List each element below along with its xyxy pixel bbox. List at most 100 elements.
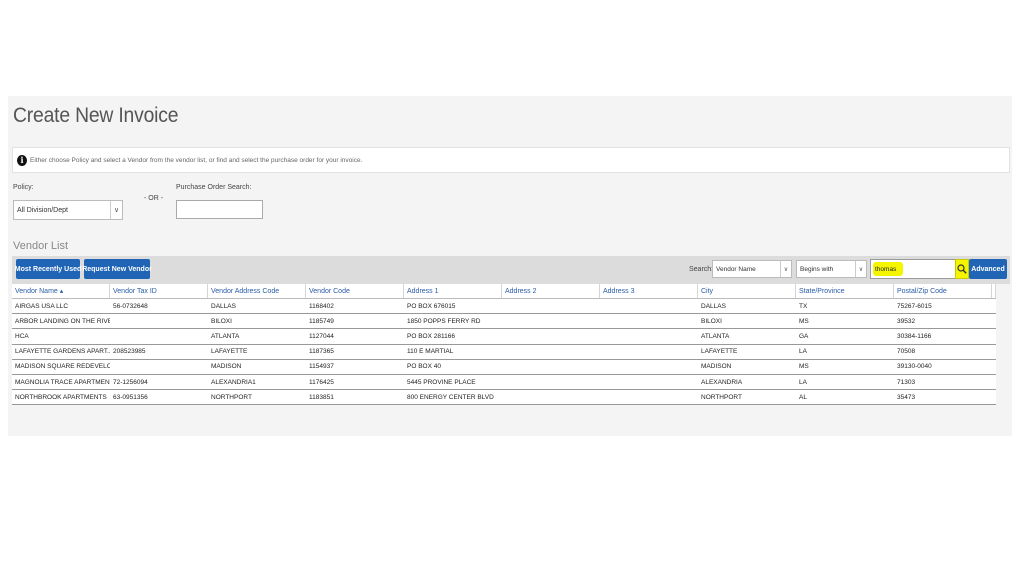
search-field-value: Vendor Name — [716, 265, 756, 273]
cell: 1850 POPPS FERRY RD — [407, 317, 481, 325]
cell: MADISON — [211, 363, 242, 371]
cell — [502, 390, 600, 404]
cell: 39532 — [897, 317, 916, 325]
vendor-search-value: thomas — [875, 265, 897, 273]
column-header[interactable]: Postal/Zip Code — [894, 284, 992, 298]
cell — [502, 299, 600, 313]
cell: AL — [799, 393, 807, 401]
cell — [600, 375, 698, 389]
info-text: Either choose Policy and select a Vendor… — [30, 156, 363, 164]
vendor-table: Vendor Name ▴ Vendor Tax ID Vendor Addre… — [12, 284, 996, 406]
vendor-search-input[interactable]: thomas — [870, 259, 964, 279]
cell: 110 E MARTIAL — [407, 348, 454, 356]
cell: ARBOR LANDING ON THE RIVER — [15, 317, 110, 325]
cell: AIRGAS USA LLC — [15, 302, 69, 310]
search-field-select[interactable]: Vendor Name ∨ — [712, 260, 792, 278]
cell: 5445 PROVINE PLACE — [407, 378, 476, 386]
cell: MADISON SQUARE REDEVELO... — [15, 363, 110, 371]
cell: MS — [799, 363, 809, 371]
table-row[interactable]: MADISON SQUARE REDEVELO... MADISON 11549… — [12, 359, 996, 375]
cell: NORTHBROOK APARTMENTS — [15, 393, 107, 401]
cell: 1127044 — [309, 332, 334, 340]
cell: PO BOX 40 — [407, 363, 441, 371]
cell: 208523985 — [113, 348, 146, 356]
cell — [110, 360, 208, 374]
column-header[interactable]: Vendor Code — [306, 284, 404, 298]
or-separator: - OR - — [144, 195, 164, 202]
po-search-input[interactable] — [176, 200, 263, 219]
table-row[interactable]: AIRGAS USA LLC 56-0732648 DALLAS 1168402… — [12, 299, 996, 315]
cell: 71303 — [897, 378, 916, 386]
table-row[interactable]: MAGNOLIA TRACE APARTMENTS 72-1256094 ALE… — [12, 374, 996, 391]
search-icon — [957, 264, 967, 274]
column-header[interactable]: Vendor Tax ID — [110, 284, 208, 298]
column-header[interactable]: City — [698, 284, 796, 298]
po-search-label: Purchase Order Search: — [176, 184, 252, 191]
column-header[interactable]: Address 3 — [600, 284, 698, 298]
cell — [502, 314, 600, 328]
cell: HCA — [15, 332, 29, 340]
create-invoice-panel: Create New Invoice i Either choose Polic… — [8, 96, 1012, 436]
info-bar: i Either choose Policy and select a Vend… — [12, 147, 1010, 173]
cell: 1187365 — [309, 348, 334, 356]
advanced-button[interactable]: Advanced — [969, 259, 1007, 279]
info-icon: i — [17, 154, 27, 166]
cell — [600, 299, 698, 313]
cell: LAFAYETTE — [701, 348, 738, 356]
policy-label: Policy: — [13, 184, 34, 191]
page-title: Create New Invoice — [13, 104, 179, 127]
cell: 56-0732648 — [113, 302, 148, 310]
cell — [502, 375, 600, 389]
cell: MADISON — [701, 363, 732, 371]
cell: 1168402 — [309, 302, 334, 310]
cell: 39130-0040 — [897, 363, 932, 371]
cell: GA — [799, 332, 809, 340]
search-label: Search: — [689, 266, 714, 273]
cell: BILOXI — [701, 317, 722, 325]
column-header[interactable]: Vendor Name ▴ — [12, 284, 110, 298]
cell — [600, 390, 698, 404]
column-header[interactable]: State/Province — [796, 284, 894, 298]
most-recently-used-button[interactable]: Most Recently Used — [15, 259, 81, 279]
cell: PO BOX 676015 — [407, 302, 456, 310]
chevron-down-icon[interactable]: ∨ — [110, 201, 122, 219]
chevron-down-icon[interactable]: ∨ — [855, 261, 866, 277]
cell: ALEXANDRIA — [701, 378, 743, 386]
cell: MAGNOLIA TRACE APARTMENTS — [15, 378, 110, 386]
cell — [502, 329, 600, 343]
search-button[interactable] — [955, 259, 969, 279]
chevron-down-icon[interactable]: ∨ — [780, 261, 791, 277]
table-row[interactable]: ARBOR LANDING ON THE RIVER BILOXI 118574… — [12, 314, 996, 330]
table-row[interactable]: NORTHBROOK APARTMENTS 63-0951356 NORTHPO… — [12, 390, 996, 406]
policy-select[interactable]: All Division/Dept ∨ — [13, 200, 123, 220]
cell: TX — [799, 302, 808, 310]
column-spacer — [992, 284, 996, 298]
cell — [110, 329, 208, 343]
search-mode-value: Begins with — [800, 265, 834, 273]
search-mode-select[interactable]: Begins with ∨ — [796, 260, 867, 278]
table-row[interactable]: LAFAYETTE GARDENS APART... 208523985 LAF… — [12, 344, 996, 360]
cell: 1185749 — [309, 317, 334, 325]
table-row[interactable]: HCA ATLANTA 1127044 PO BOX 281166 ATLANT… — [12, 329, 996, 345]
cell: 72-1256094 — [113, 378, 148, 386]
cell — [502, 345, 600, 359]
cell: 63-0951356 — [113, 393, 148, 401]
cell: ATLANTA — [701, 332, 730, 340]
column-header[interactable]: Vendor Address Code — [208, 284, 306, 298]
request-new-vendor-button[interactable]: Request New Vendor — [82, 259, 152, 279]
cell: BILOXI — [211, 317, 232, 325]
cell: MS — [799, 317, 809, 325]
cell: LAFAYETTE GARDENS APART... — [15, 348, 110, 356]
cell: DALLAS — [701, 302, 726, 310]
cell: DALLAS — [211, 302, 236, 310]
cell: PO BOX 281166 — [407, 332, 455, 340]
cell: 1176425 — [309, 378, 334, 386]
cell: LA — [799, 378, 807, 386]
column-header[interactable]: Address 2 — [502, 284, 600, 298]
column-header[interactable]: Address 1 — [404, 284, 502, 298]
cell — [600, 329, 698, 343]
cell: LA — [799, 348, 807, 356]
cell — [502, 360, 600, 374]
cell: 1183851 — [309, 393, 334, 401]
cell: ALEXANDRIA1 — [211, 378, 256, 386]
